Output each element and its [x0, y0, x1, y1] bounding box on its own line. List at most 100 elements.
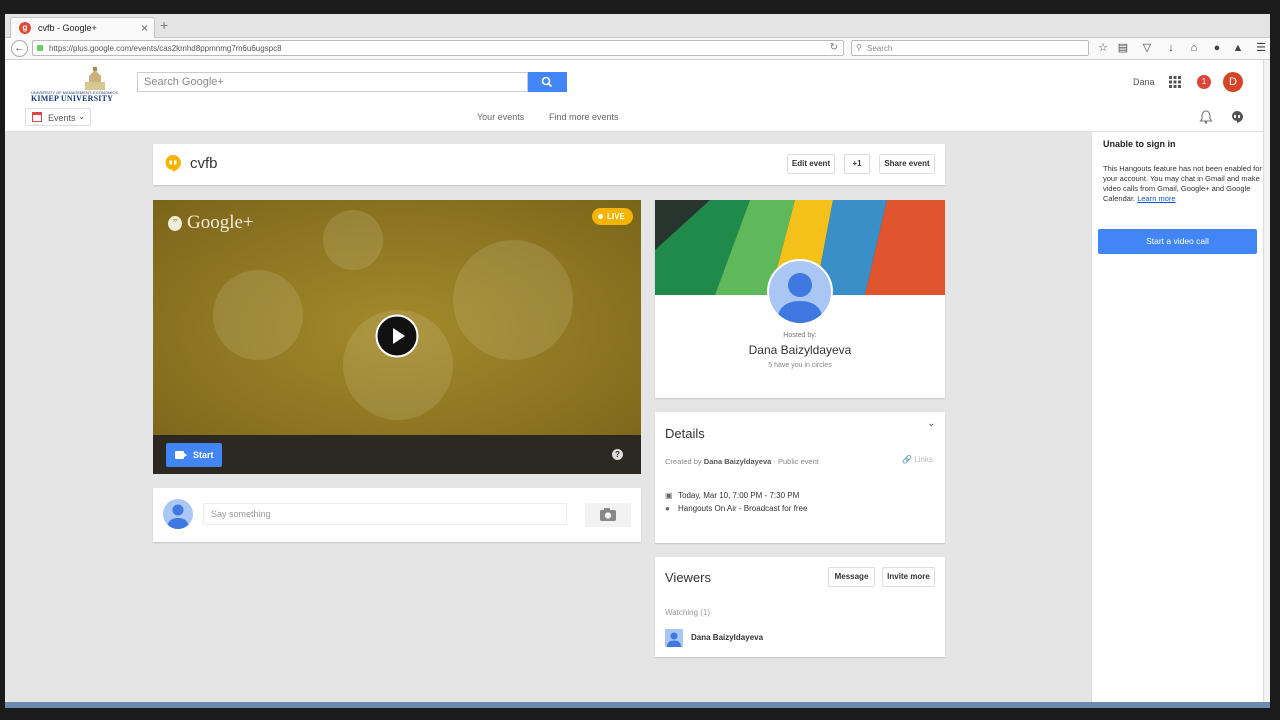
university-building-icon [85, 67, 105, 90]
created-by-label: Created by [665, 457, 702, 466]
watching-count: Watching (1) [665, 608, 711, 617]
back-arrow-icon: ← [14, 42, 25, 54]
university-logo[interactable]: UNIVERSITY OF MANAGEMENT, ECONOMICS KIME… [29, 66, 119, 103]
commenter-avatar [163, 499, 193, 529]
window-frame [0, 0, 1280, 14]
lock-icon [37, 45, 43, 51]
google-plus-brand: Google+ [187, 212, 254, 233]
browser-search-placeholder: Search [867, 44, 893, 53]
hangouts-panel-message: This Hangouts feature has not been enabl… [1103, 164, 1263, 204]
search-placeholder: Search Google+ [144, 76, 224, 88]
live-label: LIVE [607, 212, 625, 221]
search-icon [541, 76, 553, 88]
message-button[interactable]: Message [828, 567, 875, 587]
menu-icon[interactable]: ☰ [1254, 41, 1268, 55]
browser-tab[interactable]: g cvfb - Google+ × [10, 17, 155, 39]
creator-name[interactable]: Dana Baizyldayeva [704, 457, 772, 466]
host-name[interactable]: Dana Baizyldayeva [655, 343, 945, 357]
new-tab-button[interactable]: + [160, 17, 168, 33]
viewer-name[interactable]: Dana Baizyldayeva [691, 633, 763, 642]
live-dot-icon [598, 214, 603, 219]
download-icon[interactable]: ↓ [1164, 41, 1178, 55]
event-date: ▣ Today, Mar 10, 7:00 PM - 7:30 PM [665, 491, 799, 500]
address-bar[interactable]: https://plus.google.com/events/cas2kmhd8… [32, 40, 844, 56]
google-plus-search-input[interactable]: Search Google+ [137, 72, 528, 92]
link-icon: 🔗 [902, 455, 912, 464]
person-icon [777, 273, 823, 323]
live-badge: LIVE [592, 208, 633, 225]
bookmark-star-icon[interactable]: ☆ [1096, 41, 1110, 55]
url-text: https://plus.google.com/events/cas2kmhd8… [49, 44, 282, 53]
invite-more-button[interactable]: Invite more [882, 567, 935, 587]
share-event-button[interactable]: Share event [879, 154, 935, 174]
page-viewport: UNIVERSITY OF MANAGEMENT, ECONOMICS KIME… [5, 60, 1270, 702]
chevron-down-icon: ⌄ [78, 112, 85, 121]
tab-strip [5, 14, 1270, 38]
hangouts-panel-title: Unable to sign in [1103, 139, 1176, 149]
host-circles: 5 have you in circles [768, 362, 832, 369]
reload-icon[interactable]: ↻ [830, 42, 838, 53]
account-avatar[interactable]: D [1223, 72, 1243, 92]
calendar-icon: ▣ [665, 491, 673, 500]
close-tab-icon[interactable]: × [141, 21, 148, 35]
google-plus-watermark: ” Google+ [168, 212, 254, 234]
video-camera-icon [175, 451, 187, 459]
start-broadcast-button[interactable]: Start [166, 443, 222, 467]
events-subnav [5, 102, 1270, 132]
video-bokeh [213, 270, 303, 360]
search-button[interactable] [528, 72, 567, 92]
add-photo-button[interactable] [585, 503, 631, 527]
event-location: ● Hangouts On Air - Broadcast for free [665, 504, 807, 513]
host-avatar[interactable] [767, 259, 833, 325]
play-icon [375, 314, 419, 358]
search-icon: ⚲ [856, 43, 862, 52]
calendar-icon [32, 112, 42, 122]
user-name[interactable]: Dana [1133, 77, 1155, 87]
tab-title: cvfb - Google+ [38, 23, 97, 33]
person-icon [667, 632, 681, 647]
reading-list-icon[interactable]: ▤ [1116, 41, 1130, 55]
pocket-icon[interactable]: ▽ [1140, 41, 1154, 55]
links-button[interactable]: 🔗 Links [902, 455, 933, 464]
viewers-title: Viewers [665, 570, 712, 585]
back-button[interactable]: ← [11, 40, 28, 57]
learn-more-link[interactable]: Learn more [1137, 194, 1175, 203]
chevron-down-icon[interactable]: ⌄ [927, 418, 935, 429]
event-title: cvfb [190, 155, 218, 172]
comment-input[interactable]: Say something [203, 503, 567, 525]
home-icon[interactable]: ⌂ [1187, 41, 1201, 55]
hangouts-panel [1091, 132, 1263, 702]
notification-badge[interactable]: 1 [1197, 75, 1211, 89]
events-dropdown-label: Events [48, 113, 76, 123]
browser-search-input[interactable]: ⚲ Search [851, 40, 1089, 56]
find-more-events-link[interactable]: Find more events [549, 112, 619, 122]
hosted-by-label: Hosted by: [783, 332, 817, 339]
start-label: Start [193, 450, 214, 460]
hangouts-panel-body: This Hangouts feature has not been enabl… [1103, 164, 1262, 203]
video-bokeh [323, 210, 383, 270]
play-button[interactable] [375, 314, 419, 358]
start-video-call-button[interactable]: Start a video call [1098, 229, 1257, 254]
created-by-line: Created by Dana Baizyldayeva · Public ev… [665, 457, 819, 466]
extension-icon[interactable]: ▲ [1231, 41, 1245, 55]
location-pin-icon: ● [665, 504, 670, 513]
help-icon[interactable]: ? [612, 449, 623, 460]
viewer-avatar[interactable] [665, 629, 683, 647]
links-label: Links [914, 455, 933, 464]
bell-icon[interactable] [1199, 110, 1213, 124]
google-plus-favicon-icon: g [19, 22, 31, 34]
event-visibility: · Public event [773, 457, 819, 466]
hangouts-icon[interactable] [1230, 110, 1244, 124]
video-control-bar [153, 435, 641, 474]
scrollbar[interactable] [1263, 60, 1270, 702]
events-dropdown[interactable]: Events ⌄ [25, 108, 91, 126]
chat-bubble-icon[interactable]: ● [1210, 41, 1224, 55]
hangouts-quote-icon: ” [168, 216, 182, 231]
apps-grid-icon[interactable] [1169, 76, 1181, 88]
camera-icon [600, 508, 616, 521]
your-events-link[interactable]: Your events [477, 112, 524, 122]
event-location-text: Hangouts On Air - Broadcast for free [678, 504, 808, 513]
plus-one-button[interactable]: +1 [844, 154, 870, 174]
event-date-text: Today, Mar 10, 7:00 PM - 7:30 PM [678, 491, 800, 500]
edit-event-button[interactable]: Edit event [787, 154, 835, 174]
